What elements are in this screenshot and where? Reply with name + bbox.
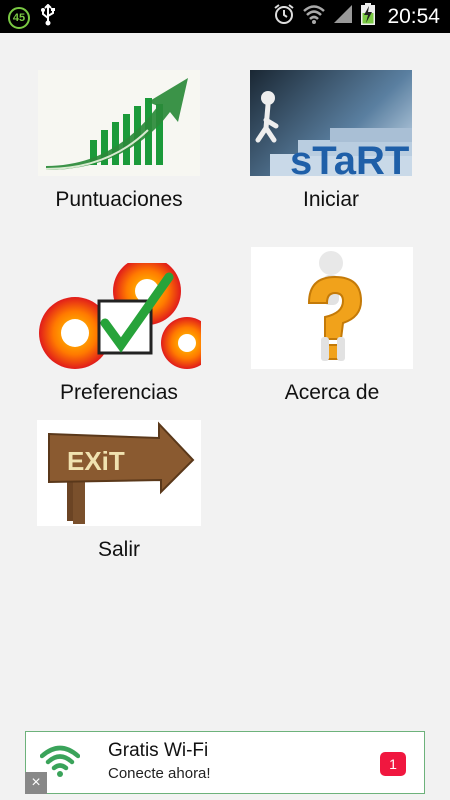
menu-item-iniciar[interactable]: sTaRT Iniciar [250, 70, 412, 212]
gears-checkmark-image [37, 257, 213, 369]
rising-chart-image [38, 70, 200, 176]
menu-item-preferencias[interactable]: Preferencias [36, 257, 213, 405]
menu-item-label: Acerca de [284, 381, 380, 404]
ad-banner[interactable]: Gratis Wi-Fi Conecte ahora! 1 × [25, 731, 425, 794]
usb-icon [40, 3, 56, 31]
menu-item-acerca-de[interactable]: Acerca de [250, 247, 414, 405]
menu-item-salir[interactable]: EXiT Salir [36, 420, 202, 562]
alarm-icon [273, 3, 295, 30]
ad-notification-badge: 1 [380, 752, 406, 776]
exit-image-text: EXiT [67, 446, 125, 476]
clock: 20:54 [387, 4, 440, 28]
status-bar: 45 20:54 [0, 0, 450, 33]
exit-sign-image: EXiT [37, 420, 201, 526]
menu-item-label: Puntuaciones [55, 188, 183, 211]
battery-charging-icon [361, 3, 376, 30]
menu-item-label: Salir [97, 538, 140, 561]
notification-count-icon: 45 [8, 6, 30, 29]
ad-subtitle: Conecte ahora! [108, 765, 211, 782]
menu-item-label: Preferencias [60, 381, 178, 404]
ad-title: Gratis Wi-Fi [108, 740, 209, 761]
start-stairs-image: sTaRT [250, 70, 412, 183]
menu-item-label: Iniciar [302, 188, 360, 211]
menu-item-puntuaciones[interactable]: Puntuaciones [36, 70, 202, 212]
signal-icon [333, 4, 353, 29]
wifi-icon [303, 4, 326, 29]
ad-close-button[interactable]: × [25, 772, 47, 794]
start-image-text: sTaRT [290, 139, 409, 176]
question-figure-image [251, 247, 413, 369]
